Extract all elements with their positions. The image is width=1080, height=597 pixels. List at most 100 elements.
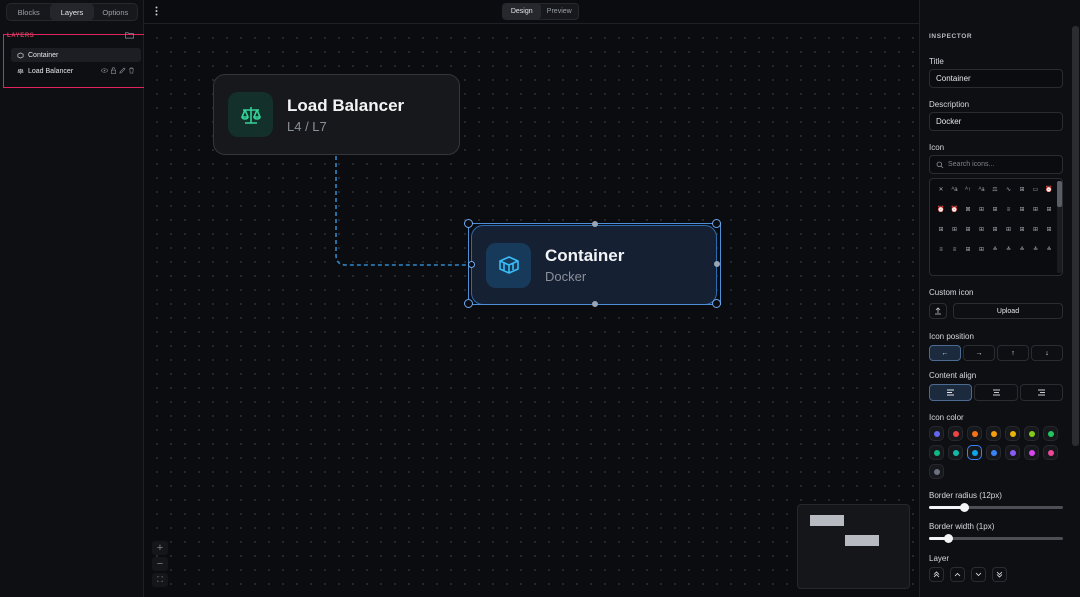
connection-handle-w[interactable]: [468, 261, 475, 268]
layer-item-container[interactable]: Container: [11, 48, 141, 62]
inspector-scrollbar[interactable]: [1072, 26, 1079, 446]
icon-option[interactable]: ⊞: [977, 246, 987, 254]
icon-option[interactable]: ≛: [1031, 246, 1041, 254]
tab-options[interactable]: Options: [94, 4, 137, 20]
resize-handle-s[interactable]: [592, 301, 598, 307]
align-center-button[interactable]: [974, 384, 1018, 401]
title-input[interactable]: Container: [929, 69, 1063, 88]
icon-option[interactable]: ⊞: [1044, 206, 1054, 214]
color-swatch[interactable]: [1043, 426, 1058, 441]
upload-button[interactable]: Upload: [953, 303, 1063, 319]
description-input[interactable]: Docker: [929, 112, 1063, 131]
tab-preview[interactable]: Preview: [541, 4, 579, 19]
align-right-button[interactable]: [1020, 384, 1063, 401]
eye-icon[interactable]: [101, 67, 108, 74]
resize-handle-n[interactable]: [592, 221, 598, 227]
tab-layers[interactable]: Layers: [50, 4, 94, 20]
color-swatch[interactable]: [986, 426, 1001, 441]
send-backward-button[interactable]: [971, 567, 986, 582]
icon-option[interactable]: ᴬ↑: [963, 186, 973, 194]
slider-thumb[interactable]: [943, 534, 953, 543]
bring-forward-button[interactable]: [950, 567, 965, 582]
icon-option[interactable]: ⊠: [963, 206, 973, 214]
icon-option[interactable]: ⊞: [950, 226, 960, 234]
slider-thumb[interactable]: [959, 503, 969, 512]
zoom-in-button[interactable]: +: [152, 541, 168, 555]
icon-option[interactable]: ⊞: [1017, 226, 1027, 234]
icon-option[interactable]: ⚖: [990, 186, 1000, 194]
canvas[interactable]: Load Balancer L4 / L7 Container Docker +…: [144, 25, 919, 597]
zoom-out-button[interactable]: −: [152, 557, 168, 571]
color-swatch[interactable]: [1043, 445, 1058, 460]
icon-option[interactable]: ⊞: [1017, 206, 1027, 214]
color-swatch[interactable]: [929, 445, 944, 460]
icon-option[interactable]: ᴬa: [950, 186, 960, 194]
color-swatch[interactable]: [948, 445, 963, 460]
icon-option[interactable]: ⊞: [963, 226, 973, 234]
icon-option[interactable]: ⏰: [1044, 186, 1054, 194]
color-swatch[interactable]: [967, 426, 982, 441]
icon-option[interactable]: ⊞: [1031, 226, 1041, 234]
align-left-button[interactable]: [929, 384, 972, 401]
icon-option[interactable]: ⊞: [977, 206, 987, 214]
icon-option[interactable]: ⏰: [950, 206, 960, 214]
color-swatch[interactable]: [1024, 445, 1039, 460]
minimap[interactable]: [797, 504, 910, 589]
layer-item-load-balancer[interactable]: Load Balancer: [11, 64, 141, 78]
icon-option[interactable]: ⊞: [977, 226, 987, 234]
icon-option[interactable]: ⊞: [990, 226, 1000, 234]
icon-grid-scrollbar[interactable]: [1057, 181, 1062, 273]
icon-option[interactable]: ▭: [1031, 186, 1041, 194]
icon-option[interactable]: ≡: [1004, 206, 1014, 214]
fit-view-button[interactable]: ⛶: [152, 573, 168, 587]
border-radius-slider[interactable]: [929, 503, 1063, 512]
icon-option[interactable]: ∿: [1004, 186, 1014, 194]
pencil-icon[interactable]: [119, 67, 126, 74]
bring-to-front-button[interactable]: [929, 567, 944, 582]
node-load-balancer[interactable]: Load Balancer L4 / L7: [213, 74, 460, 155]
icon-option[interactable]: ≛: [1044, 246, 1054, 254]
resize-handle-ne[interactable]: [712, 219, 721, 228]
color-swatch[interactable]: [1024, 426, 1039, 441]
icon-option[interactable]: ᴬa: [977, 186, 987, 194]
resize-handle-e[interactable]: [714, 261, 720, 267]
send-to-back-button[interactable]: [992, 567, 1007, 582]
resize-handle-sw[interactable]: [464, 299, 473, 308]
color-swatch[interactable]: [929, 426, 944, 441]
tab-blocks[interactable]: Blocks: [7, 4, 50, 20]
icon-option[interactable]: ≛: [1017, 246, 1027, 254]
icon-option[interactable]: ≡: [936, 246, 946, 254]
color-swatch[interactable]: [929, 464, 944, 479]
icon-position-bottom-button[interactable]: ↓: [1031, 345, 1063, 361]
icon-option[interactable]: ⊞: [936, 226, 946, 234]
icon-option[interactable]: ≛: [990, 246, 1000, 254]
icon-position-top-button[interactable]: ↑: [997, 345, 1029, 361]
upload-icon-button[interactable]: [929, 303, 947, 319]
color-swatch[interactable]: [967, 445, 982, 460]
color-swatch[interactable]: [1005, 445, 1020, 460]
icon-option[interactable]: ⊞: [1031, 206, 1041, 214]
tab-design[interactable]: Design: [503, 4, 541, 19]
folder-icon[interactable]: [125, 31, 134, 39]
color-swatch[interactable]: [948, 426, 963, 441]
icon-option[interactable]: ⏰: [936, 206, 946, 214]
icon-option[interactable]: ⊞: [1017, 186, 1027, 194]
icon-position-left-button[interactable]: ←: [929, 345, 961, 361]
icon-picker-grid[interactable]: ✕ ᴬa ᴬ↑ ᴬa ⚖ ∿ ⊞ ▭ ⏰ ⏰ ⏰ ⊠ ⊞ ⊞ ≡ ⊞ ⊞ ⊞ ⊞ ⊞ ⊞ ⊞ ⊞ ⊞ ⊞ ⊞ ⊞ ≡ ≡ ⊞ ⊞ ≛ ≛ ≛ ≛ ≛: [929, 178, 1063, 276]
resize-handle-nw[interactable]: [464, 219, 473, 228]
icon-option[interactable]: ⊞: [1044, 226, 1054, 234]
border-width-slider[interactable]: [929, 534, 1063, 543]
color-swatch[interactable]: [1005, 426, 1020, 441]
icon-option[interactable]: ⊞: [963, 246, 973, 254]
icon-option[interactable]: ≛: [1004, 246, 1014, 254]
more-vertical-icon[interactable]: [155, 6, 158, 16]
icon-option[interactable]: ⊞: [990, 206, 1000, 214]
lock-icon[interactable]: [110, 67, 117, 74]
resize-handle-se[interactable]: [712, 299, 721, 308]
color-swatch[interactable]: [986, 445, 1001, 460]
trash-icon[interactable]: [128, 67, 135, 74]
icon-position-right-button[interactable]: →: [963, 345, 995, 361]
icon-search-input[interactable]: Search icons...: [929, 155, 1063, 174]
icon-option[interactable]: ✕: [936, 186, 946, 194]
icon-option[interactable]: ≡: [950, 246, 960, 254]
